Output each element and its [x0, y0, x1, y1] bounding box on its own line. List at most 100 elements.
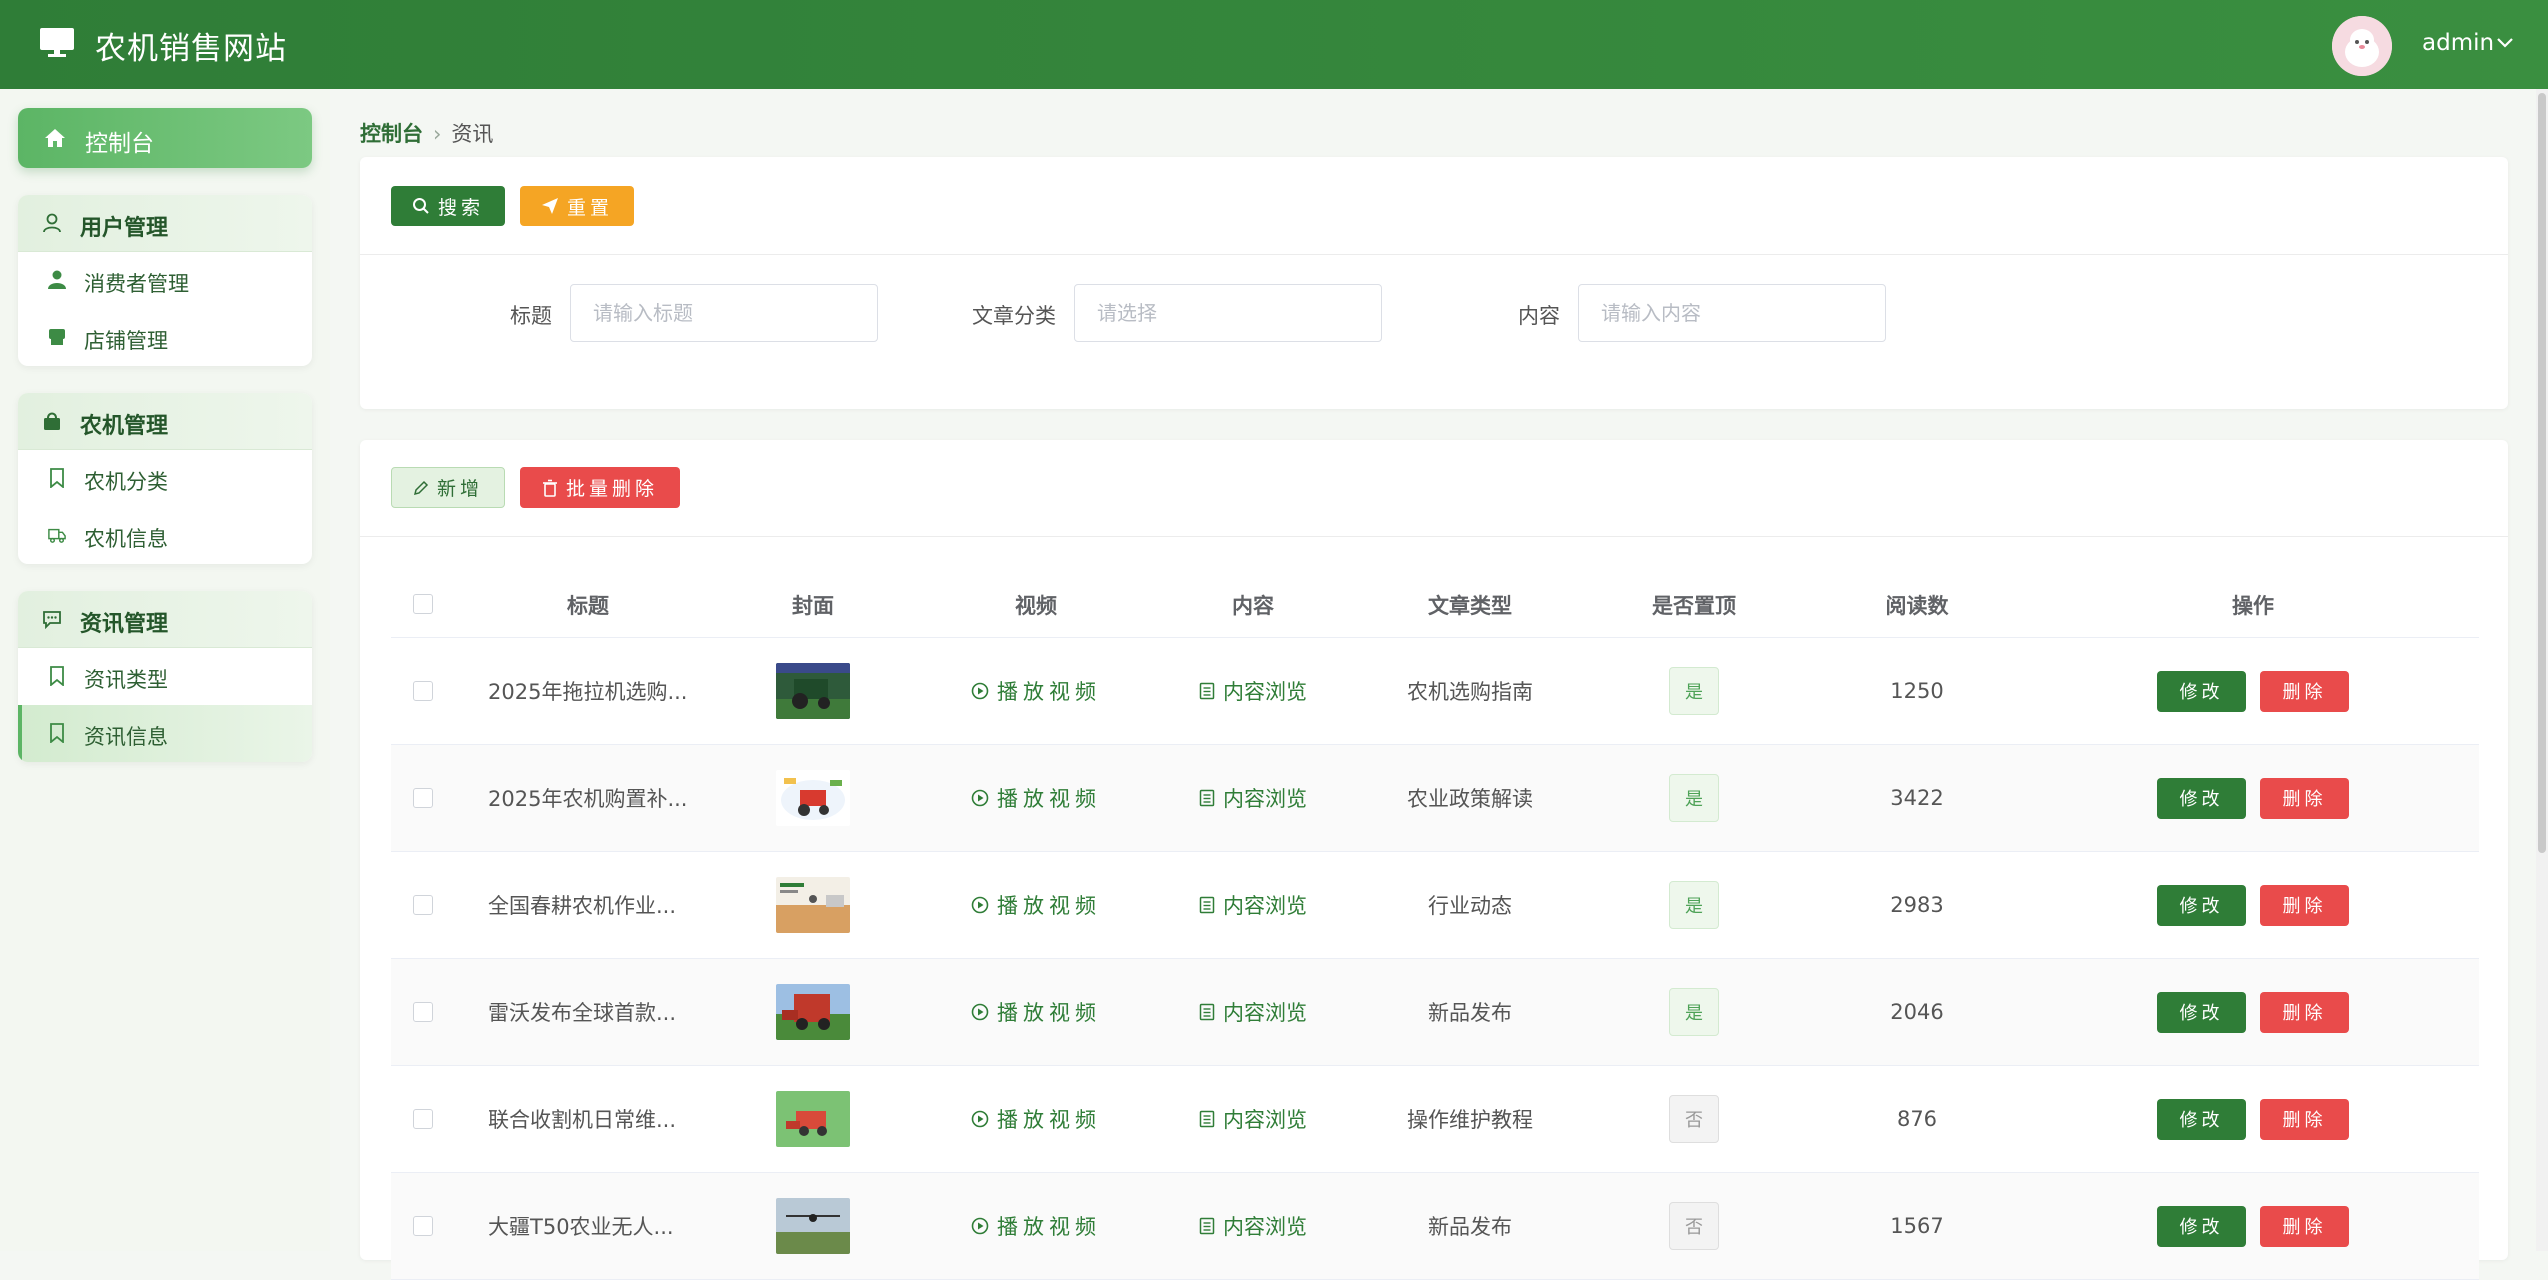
select-all-checkbox[interactable] — [413, 594, 433, 614]
delete-button[interactable]: 删除 — [2260, 991, 2349, 1033]
title-filter-input[interactable] — [570, 284, 878, 342]
sidebar-item-label: 消费者管理 — [84, 272, 189, 296]
column-header-actions: 操作 — [2232, 594, 2274, 618]
avatar[interactable] — [2332, 16, 2392, 76]
reset-button[interactable]: 重置 — [520, 186, 634, 226]
row-type: 新品发布 — [1428, 1001, 1512, 1025]
sidebar-item-machine-category[interactable]: 农机分类 — [18, 450, 312, 507]
video-cell: 播放视频 — [971, 1173, 1101, 1279]
search-button[interactable]: 搜索 — [391, 186, 505, 226]
view-content-link[interactable]: 内容浏览 — [1199, 1104, 1307, 1134]
username[interactable]: admin — [2422, 30, 2494, 56]
chevron-down-icon[interactable] — [2496, 37, 2514, 49]
row-checkbox[interactable] — [413, 895, 433, 915]
actions-cell: 修改 删除 — [2157, 638, 2349, 744]
breadcrumb-root[interactable]: 控制台 — [360, 122, 423, 146]
table-row: 大疆T50农业无人... 播放视频 内容浏览 新品发布 否 1567 修改 删除 — [391, 1173, 2479, 1280]
column-header-cover: 封面 — [792, 594, 834, 618]
pinned-badge: 否 — [1669, 1202, 1719, 1250]
content-filter-input[interactable] — [1578, 284, 1886, 342]
sidebar-item-news-info[interactable]: 资讯信息 — [18, 705, 312, 762]
page-scrollbar[interactable] — [2536, 89, 2548, 1251]
view-content-link[interactable]: 内容浏览 — [1199, 1211, 1307, 1241]
row-cover[interactable] — [776, 959, 850, 1065]
play-video-link[interactable]: 播放视频 — [971, 783, 1101, 813]
actions-cell: 修改 删除 — [2157, 1173, 2349, 1279]
table-header: 标题 封面 视频 内容 文章类型 是否置顶 阅读数 操作 — [391, 570, 2479, 638]
pinned-badge: 否 — [1669, 1095, 1719, 1143]
table-row: 雷沃发布全球首款... 播放视频 内容浏览 新品发布 是 2046 修改 删除 — [391, 959, 2479, 1066]
delete-button[interactable]: 删除 — [2260, 1098, 2349, 1140]
edit-button[interactable]: 修改 — [2157, 1098, 2246, 1140]
row-cover[interactable] — [776, 1066, 850, 1172]
pinned-cell: 是 — [1669, 638, 1719, 744]
play-video-label: 播放视频 — [997, 1001, 1101, 1025]
delete-button[interactable]: 删除 — [2260, 777, 2349, 819]
row-cover[interactable] — [776, 745, 850, 851]
cover-image[interactable] — [776, 663, 850, 719]
scrollbar-thumb[interactable] — [2538, 93, 2546, 853]
row-checkbox[interactable] — [413, 1216, 433, 1236]
pinned-cell: 否 — [1669, 1066, 1719, 1172]
column-header-type: 文章类型 — [1428, 594, 1512, 618]
edit-button[interactable]: 修改 — [2157, 884, 2246, 926]
sidebar-item-dashboard[interactable]: 控制台 — [18, 108, 312, 168]
row-type: 操作维护教程 — [1407, 1108, 1533, 1132]
edit-button[interactable]: 修改 — [2157, 777, 2246, 819]
sidebar-group-header[interactable]: 用户管理 — [18, 195, 312, 252]
play-video-link[interactable]: 播放视频 — [971, 676, 1101, 706]
row-cover[interactable] — [776, 1173, 850, 1279]
view-content-label: 内容浏览 — [1223, 1001, 1307, 1025]
sidebar-item-shops[interactable]: 店铺管理 — [18, 309, 312, 366]
actions-cell: 修改 删除 — [2157, 1066, 2349, 1172]
sidebar-group-header[interactable]: 农机管理 — [18, 393, 312, 450]
edit-button[interactable]: 修改 — [2157, 670, 2246, 712]
row-cover[interactable] — [776, 852, 850, 958]
edit-button[interactable]: 修改 — [2157, 991, 2246, 1033]
breadcrumb-current: 资讯 — [451, 122, 494, 146]
delete-button[interactable]: 删除 — [2260, 670, 2349, 712]
sidebar-item-news-type[interactable]: 资讯类型 — [18, 648, 312, 705]
play-circle-icon — [971, 1110, 989, 1128]
category-select[interactable] — [1074, 284, 1382, 342]
sidebar-item-label: 农机分类 — [84, 470, 168, 494]
video-cell: 播放视频 — [971, 959, 1101, 1065]
view-content-link[interactable]: 内容浏览 — [1199, 783, 1307, 813]
row-cover[interactable] — [776, 638, 850, 744]
news-table: 标题 封面 视频 内容 文章类型 是否置顶 阅读数 操作 2025年拖拉机选购.… — [391, 570, 2479, 1280]
play-video-link[interactable]: 播放视频 — [971, 890, 1101, 920]
cover-image[interactable] — [776, 770, 850, 826]
cover-image[interactable] — [776, 984, 850, 1040]
trash-icon — [542, 479, 557, 497]
row-checkbox[interactable] — [413, 681, 433, 701]
view-content-link[interactable]: 内容浏览 — [1199, 997, 1307, 1027]
view-content-link[interactable]: 内容浏览 — [1199, 890, 1307, 920]
sidebar-group-header[interactable]: 资讯管理 — [18, 591, 312, 648]
category-filter-label: 文章分类 — [972, 304, 1056, 328]
content-cell: 内容浏览 — [1199, 745, 1307, 851]
play-video-link[interactable]: 播放视频 — [971, 1211, 1101, 1241]
sidebar-item-label: 农机信息 — [84, 527, 168, 551]
search-panel: 搜索 重置 标题 文章分类 内容 — [360, 157, 2508, 409]
row-checkbox[interactable] — [413, 1109, 433, 1129]
sidebar-item-machine-info[interactable]: 农机信息 — [18, 507, 312, 564]
cover-image[interactable] — [776, 1198, 850, 1254]
view-content-link[interactable]: 内容浏览 — [1199, 676, 1307, 706]
play-video-label: 播放视频 — [997, 787, 1101, 811]
news-list-panel: 新增 批量删除 标题 封面 视频 内容 文章类型 是否置顶 阅读数 操作 202… — [360, 440, 2508, 1280]
delete-button[interactable]: 删除 — [2260, 884, 2349, 926]
cover-image[interactable] — [776, 1091, 850, 1147]
batch-delete-button[interactable]: 批量删除 — [520, 467, 680, 508]
play-video-link[interactable]: 播放视频 — [971, 997, 1101, 1027]
play-video-link[interactable]: 播放视频 — [971, 1104, 1101, 1134]
delete-button[interactable]: 删除 — [2260, 1205, 2349, 1247]
add-button[interactable]: 新增 — [391, 467, 505, 508]
row-checkbox[interactable] — [413, 1002, 433, 1022]
sidebar-item-consumers[interactable]: 消费者管理 — [18, 252, 312, 309]
edit-button[interactable]: 修改 — [2157, 1205, 2246, 1247]
cover-image[interactable] — [776, 877, 850, 933]
content-filter-label: 内容 — [1518, 304, 1560, 328]
row-checkbox[interactable] — [413, 788, 433, 808]
pinned-badge: 是 — [1669, 667, 1719, 715]
reset-button-label: 重置 — [566, 196, 613, 219]
